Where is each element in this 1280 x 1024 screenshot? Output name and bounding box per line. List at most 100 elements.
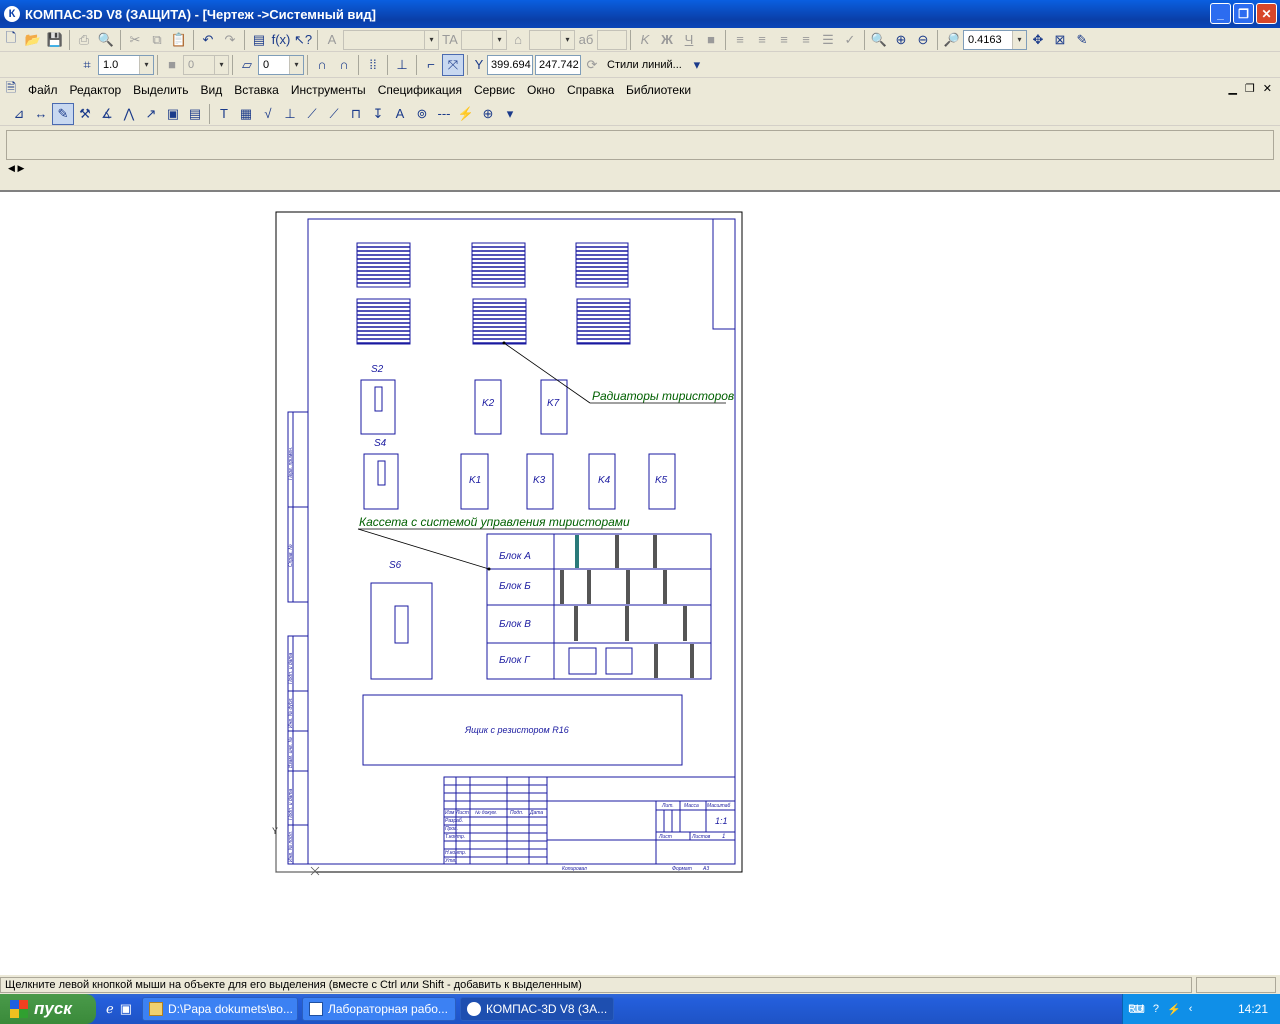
grid-step-icon[interactable]: ⌗ [76,54,98,76]
line-styles-dropdown-icon[interactable]: ▾ [686,54,708,76]
grid-icon[interactable]: ⁞⁞ [362,54,384,76]
axis-line-icon[interactable]: --- [433,103,455,125]
manager-icon[interactable]: ▤ [248,29,270,51]
font-combo[interactable]: ▾ [343,29,439,50]
menu-libraries[interactable]: Библиотеки [620,83,697,97]
switch-s2[interactable] [360,379,396,435]
spec-icon[interactable]: ▤ [184,103,206,125]
tolerance-icon[interactable]: ⊚ [411,103,433,125]
designations-icon[interactable]: ✎ [52,102,74,125]
mdi-minimize-button[interactable]: ▁ [1228,82,1236,95]
coord-x-field[interactable]: 399.694 [487,54,533,75]
zoom-in-icon[interactable]: ⊕ [890,29,912,51]
local-snap-icon[interactable]: ∩ [333,54,355,76]
mdi-restore-button[interactable]: ❐ [1245,82,1255,95]
text-tool-icon[interactable]: T [213,103,235,125]
position-leader-icon[interactable]: ⟋ [323,103,345,125]
menu-help[interactable]: Справка [561,83,620,97]
tray-arrow-icon[interactable]: ‹ [1189,1003,1193,1015]
menu-window[interactable]: Окно [521,83,561,97]
spellcheck-icon[interactable]: ✓ [839,29,861,51]
undo-icon[interactable]: ↶ [197,29,219,51]
coord-y-field[interactable]: 247.742 [535,54,581,75]
document-icon[interactable]: 🗎 [0,79,22,101]
task-kompas[interactable]: КОМПАС-3D V8 (ЗА... [460,997,614,1021]
associative-views-icon[interactable]: ▣ [162,103,184,125]
local-cs-icon[interactable]: ⊥ [391,54,413,76]
cut-icon[interactable]: ✂ [124,29,146,51]
select-icon[interactable]: ↗ [140,103,162,125]
state-combo[interactable]: 0 ▾ [258,54,304,75]
round-coords-icon[interactable]: ⤧ [442,53,464,76]
zoom-window-icon[interactable]: 🔍 [868,29,890,51]
layer-combo[interactable]: 0 ▾ [183,54,229,75]
menu-file[interactable]: Файл [22,83,64,97]
center-mark-icon[interactable]: ⊕ [477,103,499,125]
numbered-list-icon[interactable]: ☰ [817,29,839,51]
leader-icon[interactable]: ⟋ [301,103,323,125]
variables-fx-icon[interactable]: f(x) [270,29,292,51]
parametrization-icon[interactable]: ∡ [96,103,118,125]
open-folder-icon[interactable]: 📂 [22,29,44,51]
tray-network-icon[interactable]: ⚡ [1167,1003,1181,1016]
switch-s6[interactable] [370,582,433,680]
text-color-icon[interactable]: ■ [700,29,722,51]
show-all-icon[interactable]: ⊠ [1049,29,1071,51]
italic-icon[interactable]: K [634,29,656,51]
desktop-icon[interactable]: ▣ [120,1001,132,1017]
nav-right-icon[interactable]: ▶ [17,163,24,173]
close-button[interactable]: ✕ [1256,3,1277,24]
refresh-icon[interactable]: ✎ [1071,29,1093,51]
roughness-icon[interactable]: √ [257,103,279,125]
snap-magnet-icon[interactable]: ∩ [311,54,333,76]
line-count-field[interactable] [597,29,627,50]
help-pointer-icon[interactable]: ↖? [292,29,314,51]
clock[interactable]: 14:21 [1238,1002,1268,1016]
switch-s4[interactable] [363,453,399,510]
print-preview-icon[interactable]: 🔍 [95,29,117,51]
align-left-icon[interactable]: ≡ [729,29,751,51]
task-word[interactable]: Лабораторная рабо... [302,997,456,1021]
ie-icon[interactable]: ℯ [106,1001,114,1017]
paste-icon[interactable]: 📋 [168,29,190,51]
font-size-combo[interactable]: ▾ [461,29,507,50]
base-icon[interactable]: ⊥ [279,103,301,125]
zoom-scale-icon[interactable]: 🔎 [941,29,963,51]
zoom-combo[interactable]: 0.4163 ▾ [963,29,1027,50]
tray-help-icon[interactable]: ? [1153,1003,1159,1015]
menu-insert[interactable]: Вставка [228,83,285,97]
measure-icon[interactable]: ⋀ [118,103,140,125]
underline-icon[interactable]: Ч [678,29,700,51]
line-styles-label[interactable]: Стили линий... [607,59,682,71]
new-document-icon[interactable]: 🗋 [0,29,22,51]
menu-editor[interactable]: Редактор [64,83,128,97]
table-tool-icon[interactable]: ▦ [235,103,257,125]
print-icon[interactable]: ⎙ [73,29,95,51]
mdi-close-button[interactable]: ✕ [1263,82,1272,95]
mark-icon[interactable]: ⊓ [345,103,367,125]
align-justify-icon[interactable]: ≡ [795,29,817,51]
menu-select[interactable]: Выделить [127,83,194,97]
language-indicator[interactable]: RU [1128,1003,1144,1015]
menu-tools[interactable]: Инструменты [285,83,372,97]
drawing-canvas[interactable]: Y S2 S4 S6 K2 K7 K1 K3 K4 K5 Блок А Блок… [0,190,1280,975]
align-center-icon[interactable]: ≡ [751,29,773,51]
text-style-combo[interactable]: ▾ [529,29,575,50]
more-tools-icon[interactable]: ▾ [499,103,521,125]
copy-icon[interactable]: ⧉ [146,29,168,51]
refresh-coords-icon[interactable]: ⟳ [581,54,603,76]
wave-line-icon[interactable]: ⚡ [455,103,477,125]
task-folder[interactable]: D:\Papa dokumets\во... [142,997,298,1021]
nav-left-icon[interactable]: ◀ [8,163,15,173]
menu-view[interactable]: Вид [195,83,229,97]
redo-icon[interactable]: ↷ [219,29,241,51]
menu-specification[interactable]: Спецификация [372,83,468,97]
zoom-out-icon[interactable]: ⊖ [912,29,934,51]
arrow-view-icon[interactable]: ↧ [367,103,389,125]
maximize-button[interactable]: ❐ [1233,3,1254,24]
start-button[interactable]: пуск [0,994,96,1024]
scale-combo[interactable]: 1.0 ▾ [98,54,154,75]
menu-service[interactable]: Сервис [468,83,521,97]
geometry-icon[interactable]: ⊿ [8,103,30,125]
align-right-icon[interactable]: ≡ [773,29,795,51]
